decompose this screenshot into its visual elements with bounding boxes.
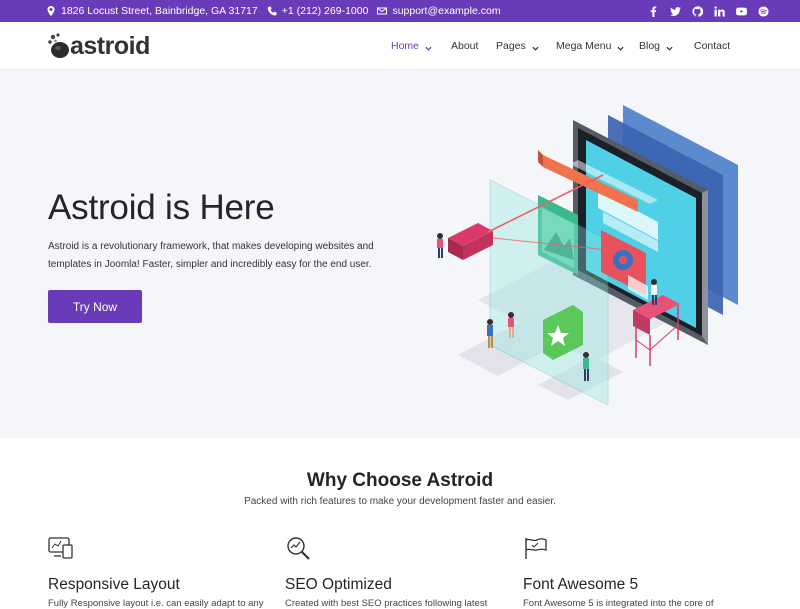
nav-item-about[interactable]: About <box>451 40 478 52</box>
chevron-down-icon <box>532 43 539 51</box>
feature-card-seo: SEO Optimized Created with best SEO prac… <box>285 536 515 609</box>
nav-item-mega-menu[interactable]: Mega Menu <box>556 40 625 52</box>
responsive-devices-icon <box>48 536 74 560</box>
nav-label: Home <box>391 40 420 52</box>
person-figure <box>437 233 443 258</box>
phone-icon <box>267 6 277 16</box>
nav-item-blog[interactable]: Blog <box>639 40 673 52</box>
site-logo[interactable]: astroid <box>46 29 150 63</box>
try-now-button[interactable]: Try Now <box>48 290 142 323</box>
nav-item-contact[interactable]: Contact <box>694 40 730 52</box>
nav-item-home[interactable]: Home <box>391 40 432 52</box>
chevron-down-icon <box>617 43 625 51</box>
address-item: 1826 Locust Street, Bainbridge, GA 31717 <box>46 5 258 17</box>
features-section: Why Choose Astroid Packed with rich feat… <box>0 438 800 609</box>
astroid-logo-icon <box>48 33 69 58</box>
site-header: astroid Home About Pages Mega Menu Blog … <box>0 22 800 70</box>
twitter-icon[interactable] <box>664 0 686 22</box>
phone-text: +1 (212) 269-1000 <box>281 5 369 17</box>
chevron-down-icon <box>666 43 673 51</box>
isometric-web-development-illustration <box>437 105 738 405</box>
hero-section: Astroid is Here Astroid is a revolutiona… <box>0 70 800 438</box>
nav-label: Blog <box>639 40 661 52</box>
spotify-icon[interactable] <box>752 0 774 22</box>
map-marker-icon <box>47 6 55 16</box>
logo-text: astroid <box>70 31 150 60</box>
github-icon[interactable] <box>686 0 708 22</box>
hero-description: Astroid is a revolutionary framework, th… <box>48 241 374 270</box>
linkedin-icon[interactable] <box>708 0 730 22</box>
feature-title: Font Awesome 5 <box>523 576 639 593</box>
feature-card-font-awesome: Font Awesome 5 Font Awesome 5 is integra… <box>523 536 753 609</box>
phone-item[interactable]: +1 (212) 269-1000 <box>267 5 369 17</box>
nav-label: Mega Menu <box>556 40 612 52</box>
features-title: Why Choose Astroid <box>306 470 494 491</box>
seo-magnifier-icon <box>285 536 311 560</box>
flag-icon <box>523 536 549 560</box>
youtube-icon[interactable] <box>730 0 752 22</box>
facebook-icon[interactable] <box>642 0 664 22</box>
address-text: 1826 Locust Street, Bainbridge, GA 31717 <box>61 5 258 17</box>
top-bar: 1826 Locust Street, Bainbridge, GA 31717… <box>0 0 800 22</box>
features-subtitle: Packed with rich features to make your d… <box>244 496 556 507</box>
nav-item-pages[interactable]: Pages <box>496 40 539 52</box>
nav-label: Pages <box>496 40 526 52</box>
email-item[interactable]: support@example.com <box>377 5 501 17</box>
envelope-icon <box>377 7 388 15</box>
social-links <box>642 0 774 22</box>
nav-label: Contact <box>694 40 731 52</box>
feature-card-responsive: Responsive Layout Fully Responsive layou… <box>48 536 278 609</box>
chevron-down-icon <box>425 43 432 51</box>
nav-label: About <box>451 40 479 52</box>
email-text: support@example.com <box>392 5 501 17</box>
hero-title: Astroid is Here <box>48 188 275 227</box>
contact-info: 1826 Locust Street, Bainbridge, GA 31717… <box>46 5 510 17</box>
feature-title: SEO Optimized <box>285 576 392 593</box>
feature-title: Responsive Layout <box>48 576 180 593</box>
